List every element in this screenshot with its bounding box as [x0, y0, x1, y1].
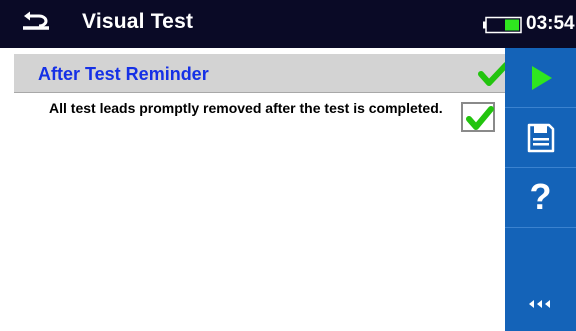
back-arrow-icon[interactable]	[20, 10, 54, 36]
more-options-icon	[529, 300, 550, 308]
battery-icon	[483, 16, 523, 34]
help-icon: ?	[529, 176, 552, 217]
clock-time: 03:54	[526, 13, 575, 34]
action-sidebar: ?	[505, 48, 576, 331]
section-title: After Test Reminder	[38, 64, 209, 84]
item-checkbox[interactable]	[461, 102, 495, 132]
start-test-button[interactable]	[505, 48, 576, 108]
checklist-item-text: All test leads promptly removed after th…	[49, 100, 443, 116]
check-icon	[466, 106, 494, 130]
more-options-button[interactable]	[505, 278, 576, 331]
save-button[interactable]	[505, 108, 576, 168]
section-header[interactable]: After Test Reminder	[14, 54, 509, 93]
start-icon	[532, 66, 552, 90]
main-content: After Test Reminder All test leads promp…	[0, 48, 509, 331]
title-bar: Visual Test 03:54	[0, 0, 576, 48]
page-title: Visual Test	[82, 10, 194, 33]
save-icon	[527, 123, 555, 153]
help-button[interactable]: ?	[505, 168, 576, 228]
